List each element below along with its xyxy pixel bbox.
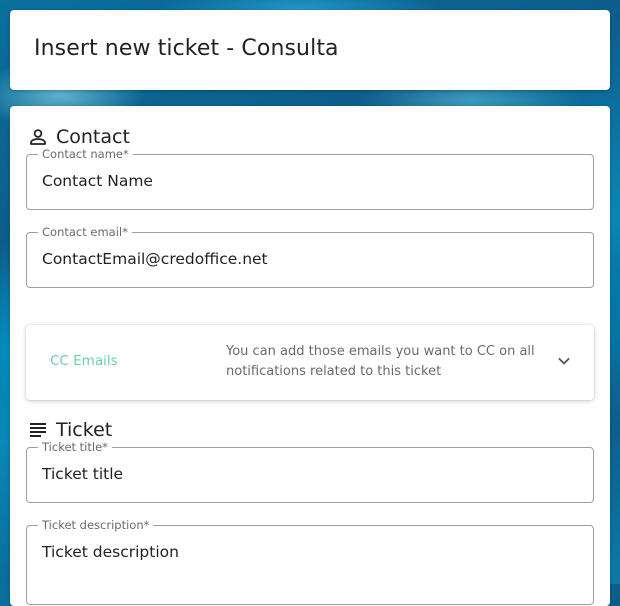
cc-emails-panel[interactable]: CC Emails You can add those emails you w… bbox=[26, 325, 594, 400]
ticket-form: Contact Contact name* Contact Name Conta… bbox=[10, 106, 610, 606]
lines-icon bbox=[28, 420, 48, 440]
cc-emails-description: You can add those emails you want to CC … bbox=[226, 344, 535, 379]
ticket-title-field[interactable]: Ticket title* Ticket title bbox=[26, 439, 594, 503]
ticket-description-value[interactable]: Ticket description bbox=[42, 543, 179, 561]
ticket-section-header: Ticket bbox=[28, 419, 112, 441]
ticket-title-value[interactable]: Ticket title bbox=[42, 465, 123, 483]
contact-email-label: Contact email* bbox=[38, 224, 132, 240]
cc-emails-label: CC Emails bbox=[50, 353, 118, 369]
ticket-description-field[interactable]: Ticket description* Ticket description bbox=[26, 517, 594, 605]
ticket-section-title: Ticket bbox=[56, 419, 113, 441]
ticket-description-label: Ticket description* bbox=[38, 517, 154, 533]
contact-name-value[interactable]: Contact Name bbox=[42, 172, 153, 190]
contact-section-title: Contact bbox=[56, 126, 130, 148]
chevron-down-icon[interactable] bbox=[556, 353, 572, 369]
contact-email-field[interactable]: Contact email* ContactEmail@credoffice.n… bbox=[26, 224, 594, 288]
contact-name-label: Contact name* bbox=[38, 146, 133, 162]
contact-name-field[interactable]: Contact name* Contact Name bbox=[26, 146, 594, 210]
person-icon bbox=[28, 127, 48, 147]
ticket-title-label: Ticket title* bbox=[38, 439, 112, 455]
contact-section-header: Contact bbox=[28, 126, 130, 148]
page-title: Insert new ticket - Consulta bbox=[34, 36, 339, 61]
contact-email-value[interactable]: ContactEmail@credoffice.net bbox=[42, 250, 268, 268]
header-card: Insert new ticket - Consulta bbox=[10, 10, 610, 90]
